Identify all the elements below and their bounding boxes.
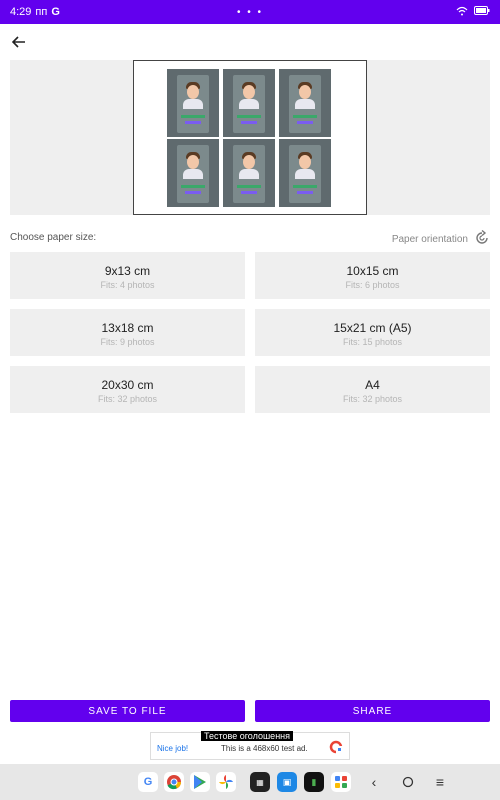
terminal-app-icon[interactable]: ▮ (304, 772, 324, 792)
ad-title: Тестове оголошення (201, 731, 294, 741)
paper-fits-label: Fits: 15 photos (342, 337, 403, 347)
app-bar (0, 24, 500, 60)
status-left: 4:29 пп G (10, 6, 60, 18)
chrome-app-icon[interactable] (164, 772, 184, 792)
paper-header: Choose paper size: Paper orientation (10, 229, 490, 249)
photo-thumbnail (223, 69, 275, 137)
paper-size-tile[interactable]: 20x30 cm Fits: 32 photos (10, 366, 245, 413)
gallery-app-icon[interactable]: ▣ (277, 772, 297, 792)
google-app-icon[interactable]: G (138, 772, 158, 792)
photo-print-app-icon[interactable]: ▦ (250, 772, 270, 792)
app-drawer-icon[interactable] (331, 772, 351, 792)
photo-thumbnail (279, 139, 331, 207)
paper-size-label: 10x15 cm (346, 264, 399, 278)
save-to-file-button[interactable]: SAVE TO FILE (10, 700, 245, 722)
paper-size-tile[interactable]: A4 Fits: 32 photos (255, 366, 490, 413)
paper-fits-label: Fits: 4 photos (100, 280, 155, 290)
photo-thumbnail (167, 139, 219, 207)
play-store-icon[interactable] (190, 772, 210, 792)
status-right (456, 6, 490, 19)
system-nav-bar: G ▦ ▣ ▮ ‹ ≡ (0, 764, 500, 800)
photos-app-icon[interactable] (216, 772, 236, 792)
ad-nice-text: Nice job! (157, 744, 189, 753)
paper-fits-label: Fits: 32 photos (97, 394, 158, 404)
status-extra: пп (35, 6, 48, 18)
paper-size-tile[interactable]: 13x18 cm Fits: 9 photos (10, 309, 245, 356)
paper-fits-label: Fits: 9 photos (100, 337, 155, 347)
nav-home-icon[interactable] (398, 772, 418, 792)
paper-size-label: A4 (365, 378, 380, 392)
print-preview (10, 60, 490, 215)
status-dots: • • • (236, 6, 264, 18)
paper-size-label: 20x30 cm (101, 378, 154, 392)
photo-thumbnail (167, 69, 219, 137)
nav-back-icon[interactable]: ‹ (364, 772, 384, 792)
ad-logo-icon (329, 740, 343, 754)
arrow-left-icon[interactable] (8, 31, 30, 53)
choose-paper-label: Choose paper size: (10, 232, 97, 243)
test-ad-banner[interactable]: Тестове оголошення Nice job! This is a 4… (150, 731, 350, 760)
g-status-icon: G (51, 6, 60, 18)
wifi-icon (456, 6, 468, 19)
ad-text: This is a 468x60 test ad. (221, 744, 308, 753)
paper-size-tile[interactable]: 10x15 cm Fits: 6 photos (255, 252, 490, 299)
paper-size-label: 15x21 cm (A5) (333, 321, 412, 335)
paper-fits-label: Fits: 32 photos (342, 394, 403, 404)
battery-icon (474, 6, 490, 18)
orientation-label: Paper orientation (391, 234, 468, 245)
paper-size-label: 13x18 cm (101, 321, 154, 335)
photo-thumbnail (223, 139, 275, 207)
share-button[interactable]: SHARE (255, 700, 490, 722)
status-bar: 4:29 пп G • • • (0, 0, 500, 24)
nav-recents-icon[interactable]: ≡ (430, 772, 450, 792)
paper-sheet (133, 60, 367, 215)
rotate-icon[interactable] (474, 229, 490, 249)
paper-size-tile[interactable]: 15x21 cm (A5) Fits: 15 photos (255, 309, 490, 356)
photo-thumbnail (279, 69, 331, 137)
orientation-toggle[interactable]: Paper orientation (391, 229, 490, 249)
paper-fits-label: Fits: 6 photos (345, 280, 400, 290)
status-time: 4:29 (10, 6, 32, 18)
paper-size-tile[interactable]: 9x13 cm Fits: 4 photos (10, 252, 245, 299)
paper-size-label: 9x13 cm (104, 264, 151, 278)
